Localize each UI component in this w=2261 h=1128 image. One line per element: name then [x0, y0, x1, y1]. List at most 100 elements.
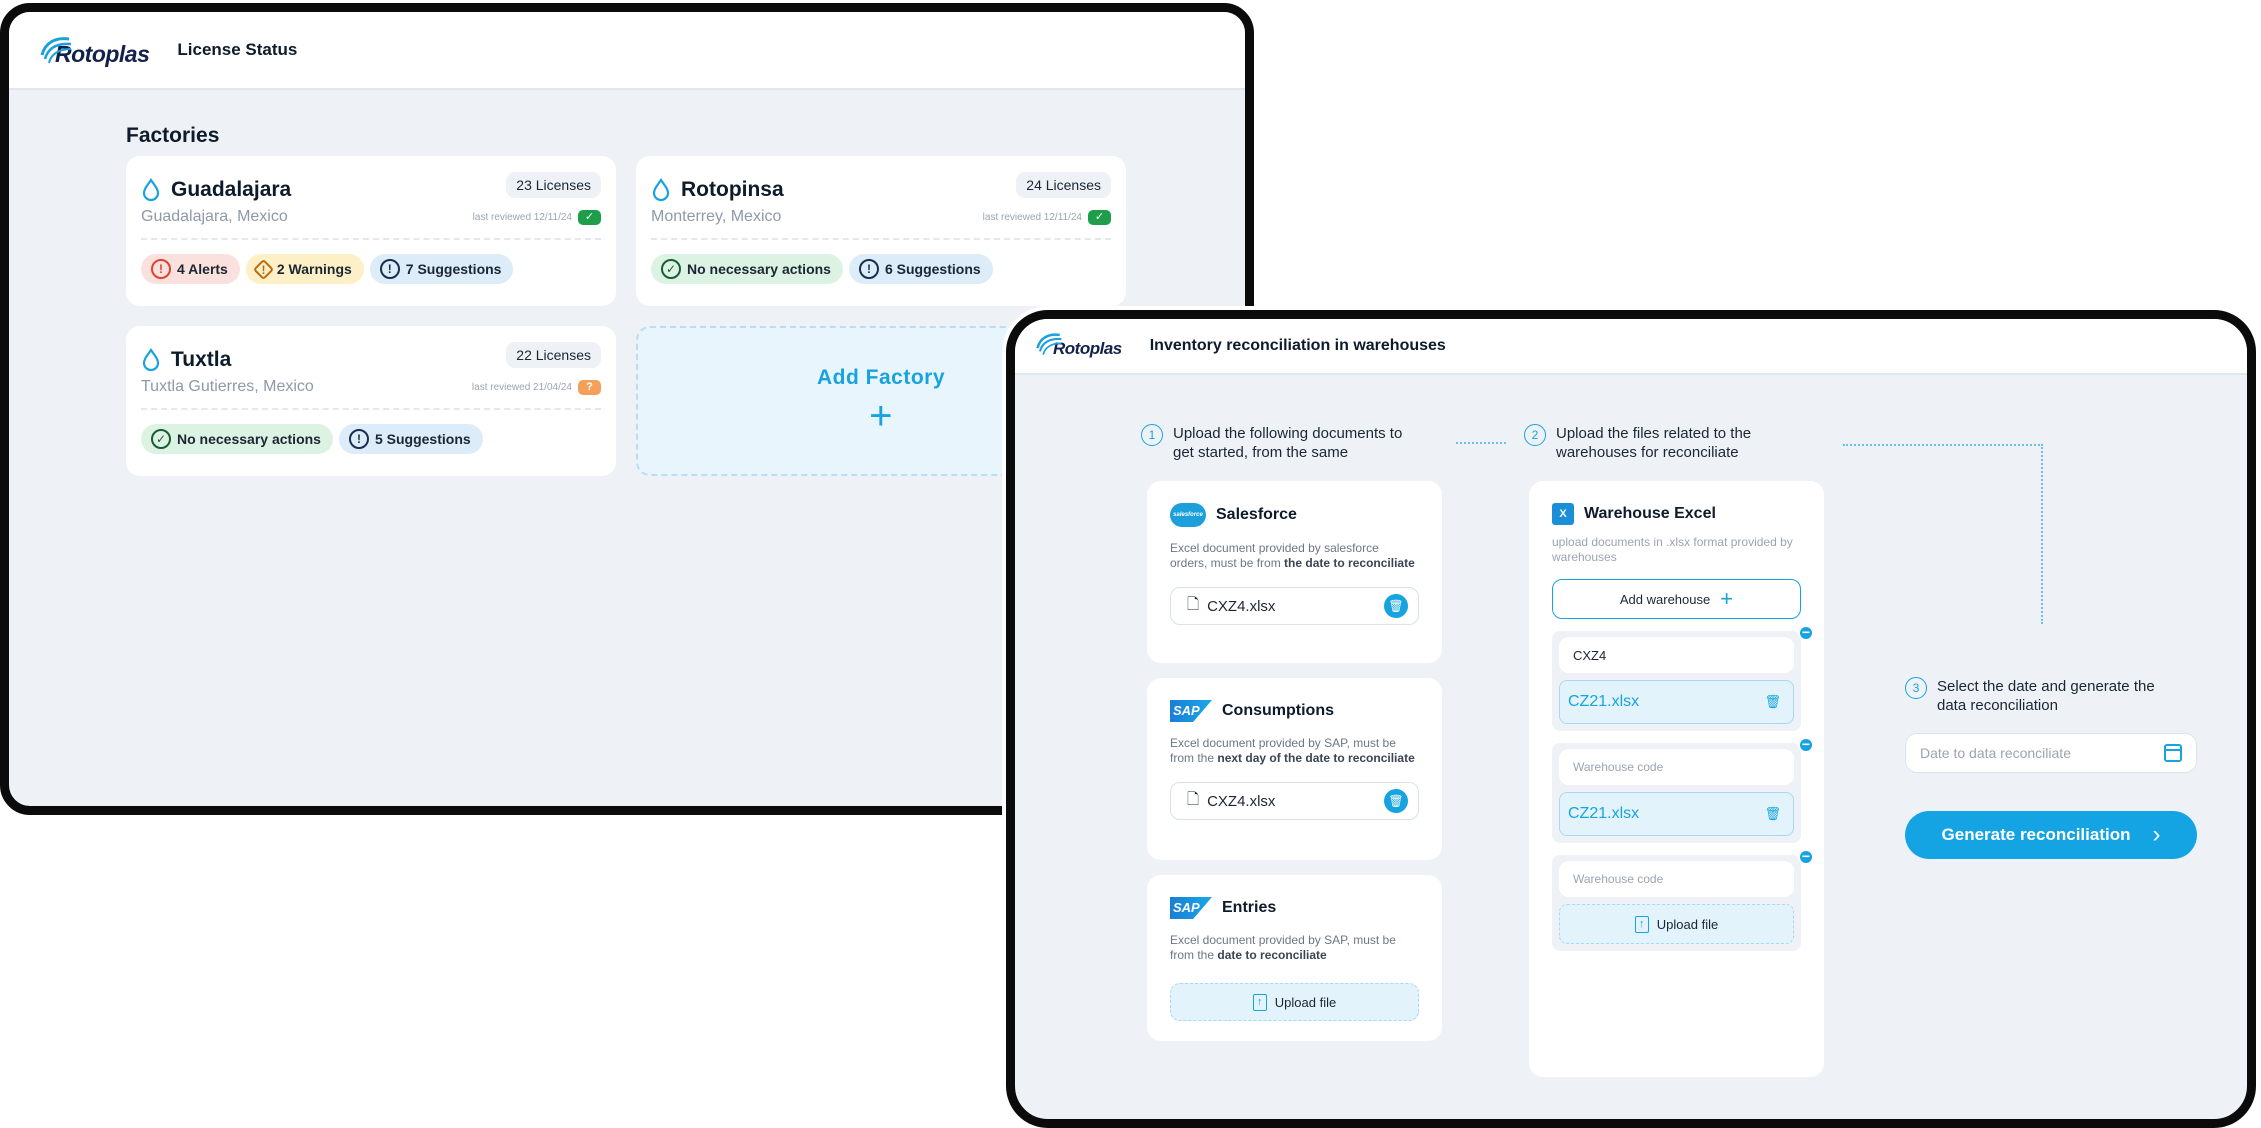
chip-label: 6 Suggestions	[884, 261, 981, 277]
doc-title: Consumptions	[1222, 702, 1334, 719]
warehouse-entry: − CXZ4 CZ21.xlsx 🗑	[1552, 625, 1814, 731]
warehouse-file[interactable]: CZ21.xlsx 🗑	[1559, 680, 1794, 724]
step-text: Upload the files related to the warehous…	[1556, 425, 1752, 461]
suggestion-chip[interactable]: ! 7 Suggestions	[369, 254, 514, 284]
doc-title: Warehouse Excel	[1584, 505, 1716, 522]
last-reviewed: last reviewed 12/11/24	[982, 211, 1082, 223]
upload-file-button[interactable]: ↑ Upload file	[1170, 983, 1419, 1021]
warehouse-entry: − Warehouse code ↑ Upload file	[1552, 849, 1814, 951]
step-text: Upload the following documents to get st…	[1173, 425, 1403, 461]
trash-icon[interactable]: 🗑	[1764, 694, 1781, 710]
generate-reconciliation-button[interactable]: Generate reconciliation ›	[1905, 811, 2197, 859]
factory-location: Guadalajara, Mexico	[141, 208, 288, 225]
plus-icon: +	[1720, 586, 1734, 611]
trash-icon[interactable]: 🗑	[1764, 806, 1781, 822]
factory-card[interactable]: Tuxtla 22 Licenses Tuxtla Gutierres, Mexic…	[126, 326, 616, 476]
file-name: CXZ4.xlsx	[1207, 597, 1276, 615]
licenses-badge: 22 Licenses	[506, 342, 601, 368]
factories-heading: Factories	[126, 124, 220, 147]
file-name: CZ21.xlsx	[1568, 693, 1640, 710]
step-3: 3 Select the date and generate the data …	[1905, 677, 2165, 715]
file-icon: 🗋	[1187, 595, 1200, 613]
ok-icon: ✓	[151, 429, 171, 449]
factory-name: Guadalajara	[171, 178, 292, 201]
wave-icon	[39, 33, 72, 67]
chip-label: 2 Warnings	[276, 261, 352, 277]
remove-warehouse-icon[interactable]: −	[1798, 625, 1814, 641]
factory-name: Tuxtla	[171, 348, 232, 371]
chip-label: 4 Alerts	[177, 261, 228, 277]
step-2: 2 Upload the files related to the wareho…	[1524, 424, 1764, 462]
rotoplas-logo[interactable]: Rotoplas	[1035, 329, 1122, 363]
step-number: 1	[1141, 424, 1163, 446]
uploaded-file[interactable]: 🗋 CXZ4.xlsx 🗑	[1170, 782, 1419, 820]
factory-location: Monterrey, Mexico	[651, 208, 782, 225]
suggestion-chip[interactable]: ! 6 Suggestions	[848, 254, 993, 284]
step-1: 1 Upload the following documents to get …	[1141, 424, 1411, 462]
connector-line	[1843, 444, 2043, 624]
step-text: Select the date and generate the data re…	[1937, 678, 2155, 714]
generate-label: Generate reconciliation	[1941, 825, 2131, 844]
suggestion-icon: !	[858, 259, 879, 279]
warning-chip[interactable]: ! 2 Warnings	[245, 254, 364, 284]
chip-label: No necessary actions	[177, 431, 321, 447]
suggestion-icon: !	[348, 429, 369, 449]
water-drop-icon	[652, 178, 670, 202]
water-drop-icon	[142, 178, 160, 202]
chip-label: 7 Suggestions	[405, 261, 502, 277]
trash-icon[interactable]: 🗑	[1384, 594, 1408, 618]
wave-icon	[1035, 329, 1065, 363]
date-input[interactable]: Date to data reconciliate	[1905, 733, 2197, 773]
licenses-badge: 23 Licenses	[506, 172, 601, 198]
calendar-icon[interactable]	[2164, 744, 2182, 762]
alert-chip[interactable]: ! 4 Alerts	[141, 254, 240, 284]
salesforce-card: salesforce Salesforce Excel document pro…	[1147, 481, 1442, 663]
ok-chip[interactable]: ✓ No necessary actions	[651, 254, 843, 284]
warehouse-file[interactable]: CZ21.xlsx 🗑	[1559, 792, 1794, 836]
date-placeholder: Date to data reconciliate	[1920, 745, 2071, 761]
chip-label: No necessary actions	[687, 261, 831, 277]
upload-file-button[interactable]: ↑ Upload file	[1559, 904, 1794, 944]
file-name: CZ21.xlsx	[1568, 805, 1640, 822]
factory-card[interactable]: Rotopinsa 24 Licenses Monterrey, Mexico las…	[636, 156, 1126, 306]
add-warehouse-button[interactable]: Add warehouse +	[1552, 579, 1801, 619]
ok-chip[interactable]: ✓ No necessary actions	[141, 424, 333, 454]
add-warehouse-label: Add warehouse	[1619, 591, 1711, 607]
suggestion-chip[interactable]: ! 5 Suggestions	[338, 424, 483, 454]
last-reviewed: last reviewed 21/04/24	[471, 381, 572, 393]
remove-warehouse-icon[interactable]: −	[1798, 849, 1814, 865]
rotoplas-logo[interactable]: Rotoplas	[39, 33, 150, 68]
ok-icon: ✓	[661, 259, 681, 279]
connector-line	[1456, 442, 1506, 444]
uploaded-file[interactable]: 🗋 CXZ4.xlsx 🗑	[1170, 587, 1419, 625]
chevron-right-icon: ›	[2152, 821, 2161, 848]
factory-card[interactable]: Guadalajara 23 Licenses Guadalajara, Mexic…	[126, 156, 616, 306]
review-pending-icon: ?	[578, 379, 601, 395]
chip-label: 5 Suggestions	[374, 431, 471, 447]
remove-warehouse-icon[interactable]: −	[1798, 737, 1814, 753]
alert-icon: !	[151, 259, 171, 279]
warehouse-code-input[interactable]: Warehouse code	[1559, 749, 1794, 785]
warehouse-code-input[interactable]: Warehouse code	[1559, 861, 1794, 897]
salesforce-logo-icon: salesforce	[1170, 503, 1206, 527]
reconciliation-window: Rotoplas Inventory reconciliation in war…	[1006, 310, 2256, 1128]
doc-title: Entries	[1222, 899, 1277, 916]
warehouse-code-input[interactable]: CXZ4	[1559, 637, 1794, 673]
sap-logo-icon: SAP	[1170, 897, 1212, 919]
suggestion-icon: !	[379, 259, 400, 279]
factory-name: Rotopinsa	[681, 178, 784, 201]
doc-description: Excel document provided by salesforce or…	[1170, 541, 1415, 570]
reviewed-check-icon: ✓	[578, 209, 601, 225]
consumptions-card: SAP Consumptions Excel document provided…	[1147, 678, 1442, 860]
last-reviewed: last reviewed 12/11/24	[472, 211, 572, 223]
page-title: Inventory reconciliation in warehouses	[1149, 337, 1446, 354]
upload-label: Upload file	[1656, 916, 1719, 932]
trash-icon[interactable]: 🗑	[1384, 789, 1408, 813]
entries-card: SAP Entries Excel document provided by S…	[1147, 875, 1442, 1041]
doc-description: Excel document provided by SAP, must be …	[1170, 736, 1415, 765]
page-title: License Status	[177, 40, 298, 59]
water-drop-icon	[142, 348, 160, 372]
excel-icon: X	[1552, 503, 1574, 525]
warning-icon: !	[252, 258, 274, 280]
warehouse-entry: − Warehouse code CZ21.xlsx 🗑	[1552, 737, 1814, 843]
